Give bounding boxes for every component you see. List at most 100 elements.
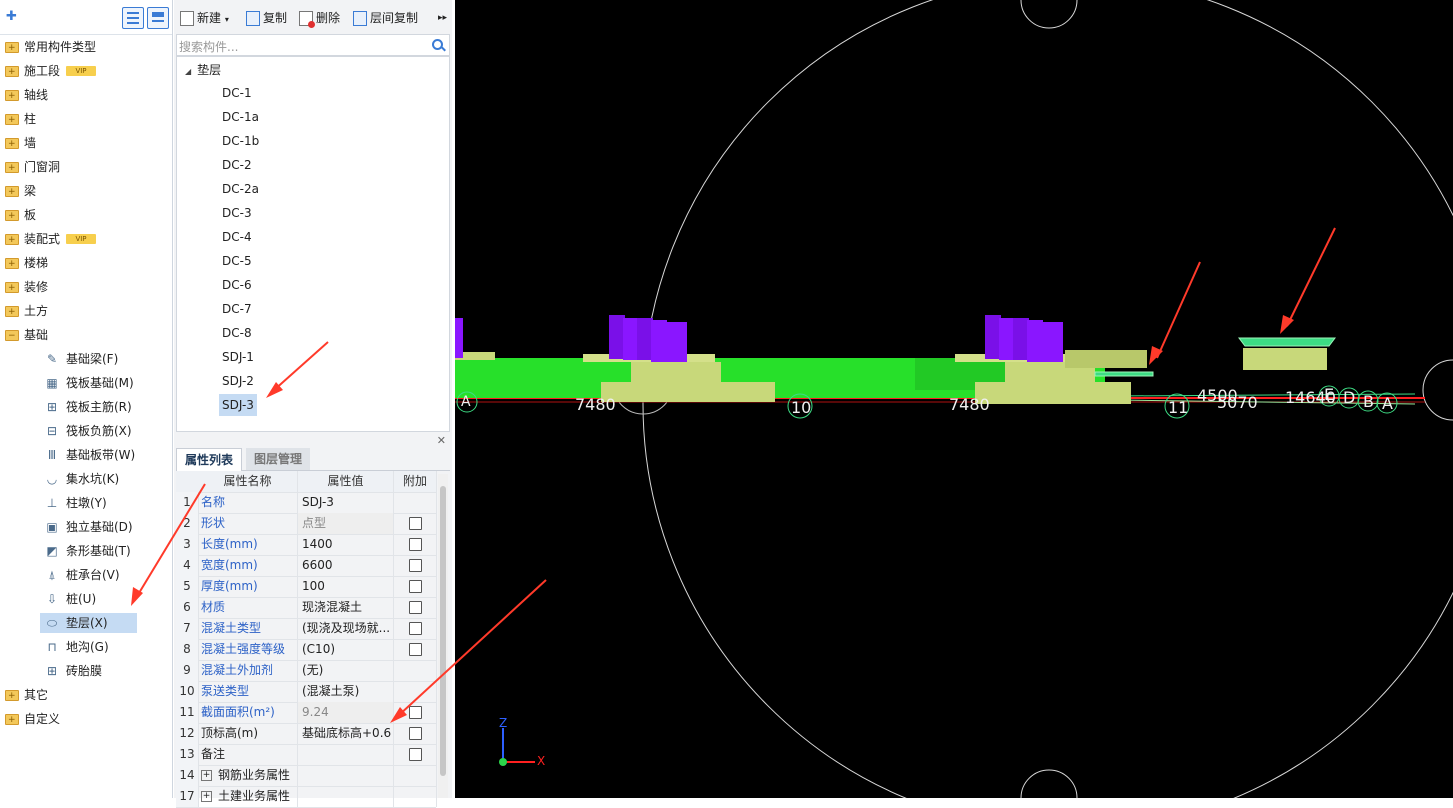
column-group-left[interactable] bbox=[609, 315, 687, 362]
add-checkbox[interactable] bbox=[408, 538, 422, 551]
folder-icon[interactable] bbox=[5, 181, 19, 203]
cushion-block-4[interactable] bbox=[975, 382, 1131, 404]
property-row[interactable]: 8 混凝土强度等级 (C10) bbox=[176, 639, 437, 661]
folder-icon[interactable] bbox=[5, 157, 19, 179]
property-value[interactable] bbox=[298, 744, 394, 765]
tree-category-8[interactable]: 装配式 VIP bbox=[0, 228, 170, 251]
add-checkbox[interactable] bbox=[408, 748, 422, 761]
foundation-item-11[interactable]: ⬭ 垫层(X) bbox=[0, 612, 170, 634]
component-list-item[interactable]: DC-8 bbox=[219, 322, 255, 344]
property-value[interactable]: 1400 bbox=[298, 534, 394, 555]
tree-category-4[interactable]: 墙 bbox=[0, 132, 170, 155]
cushion-block-1[interactable] bbox=[631, 362, 721, 384]
foundation-item-3[interactable]: ⊟ 筏板负筋(X) bbox=[0, 420, 170, 442]
folder-icon[interactable] bbox=[5, 685, 19, 707]
add-checkbox[interactable] bbox=[408, 622, 422, 635]
list-root-node[interactable]: ◢ 垫层 bbox=[185, 61, 221, 78]
property-row[interactable]: 3 长度(mm) 1400 bbox=[176, 534, 437, 556]
property-row[interactable]: 2 形状 点型 bbox=[176, 513, 437, 535]
foundation-item-1[interactable]: ▦ 筏板基础(M) bbox=[0, 372, 170, 394]
tab-property-list[interactable]: 属性列表 bbox=[176, 448, 243, 471]
property-row[interactable]: 17 + 土建业务属性 bbox=[176, 786, 437, 808]
folder-icon[interactable] bbox=[5, 277, 19, 299]
tree-category-3[interactable]: 柱 bbox=[0, 108, 170, 131]
property-value[interactable]: SDJ-3 bbox=[298, 492, 394, 513]
component-list-item[interactable]: DC-2 bbox=[219, 154, 255, 176]
expand-icon[interactable]: + bbox=[201, 770, 212, 781]
add-component-type-icon[interactable]: ✚ bbox=[6, 9, 17, 24]
component-list-item[interactable]: DC-1a bbox=[219, 106, 262, 128]
foundation-item-6[interactable]: ⊥ 柱墩(Y) bbox=[0, 492, 170, 514]
scrollbar-thumb[interactable] bbox=[440, 486, 446, 776]
property-value[interactable]: (C10) bbox=[298, 639, 394, 660]
property-value[interactable]: (无) bbox=[298, 660, 394, 681]
search-input[interactable]: 搜索构件... bbox=[176, 34, 450, 56]
foundation-item-5[interactable]: ◡ 集水坑(K) bbox=[0, 468, 170, 490]
foundation-item-8[interactable]: ◩ 条形基础(T) bbox=[0, 540, 170, 562]
property-row[interactable]: 12 顶标高(m) 基础底标高+0.6 bbox=[176, 723, 437, 745]
add-checkbox[interactable] bbox=[408, 727, 422, 740]
property-row[interactable]: 1 名称 SDJ-3 bbox=[176, 492, 437, 514]
column-group-right[interactable] bbox=[985, 315, 1063, 362]
grid-view-icon[interactable] bbox=[147, 7, 169, 29]
folder-icon[interactable] bbox=[5, 85, 19, 107]
folder-icon[interactable] bbox=[5, 325, 19, 347]
folder-icon[interactable] bbox=[5, 229, 19, 251]
folder-icon[interactable] bbox=[5, 709, 19, 731]
property-scrollbar[interactable] bbox=[438, 474, 448, 798]
tree-category-11[interactable]: 土方 bbox=[0, 300, 170, 323]
foundation-item-9[interactable]: ⍋ 桩承台(V) bbox=[0, 564, 170, 586]
cushion-block-5[interactable] bbox=[1065, 350, 1147, 368]
selected-pad-near[interactable] bbox=[1094, 371, 1154, 377]
cushion-block-far[interactable] bbox=[1243, 348, 1327, 370]
folder-icon[interactable] bbox=[5, 109, 19, 131]
add-checkbox[interactable] bbox=[408, 559, 422, 572]
delete-button[interactable]: 删除 bbox=[299, 8, 340, 28]
component-list-item[interactable]: DC-1b bbox=[219, 130, 262, 152]
cushion-block-2[interactable] bbox=[601, 382, 775, 402]
property-row[interactable]: 9 混凝土外加剂 (无) bbox=[176, 660, 437, 682]
orbit-handle-top[interactable] bbox=[1020, 0, 1078, 29]
tree-category-2[interactable]: 轴线 bbox=[0, 84, 170, 107]
search-icon[interactable] bbox=[432, 39, 443, 50]
property-row[interactable]: 4 宽度(mm) 6600 bbox=[176, 555, 437, 577]
component-list-item[interactable]: DC-2a bbox=[219, 178, 262, 200]
component-list-item[interactable]: SDJ-2 bbox=[219, 370, 257, 392]
component-list-item[interactable]: DC-5 bbox=[219, 250, 255, 272]
new-button[interactable]: 新建 ▾ bbox=[180, 8, 229, 28]
component-list-item[interactable]: DC-1 bbox=[219, 82, 255, 104]
add-checkbox[interactable] bbox=[408, 601, 422, 614]
copy-button[interactable]: 复制 bbox=[246, 8, 287, 28]
foundation-item-10[interactable]: ⇩ 桩(U) bbox=[0, 588, 170, 610]
property-value[interactable]: 基础底标高+0.6 bbox=[298, 723, 394, 744]
component-list-item[interactable]: SDJ-1 bbox=[219, 346, 257, 368]
component-list-item[interactable]: DC-7 bbox=[219, 298, 255, 320]
orbit-handle-right[interactable] bbox=[1422, 359, 1453, 421]
tree-category-tail-1[interactable]: 自定义 bbox=[0, 708, 170, 731]
property-row[interactable]: 11 截面面积(m²) 9.24 bbox=[176, 702, 437, 724]
property-value[interactable]: (混凝土泵) bbox=[298, 681, 394, 702]
property-value[interactable]: (现浇及现场就... bbox=[298, 618, 394, 639]
column-edge[interactable] bbox=[455, 318, 463, 358]
folder-icon[interactable] bbox=[5, 37, 19, 59]
component-list-item[interactable]: DC-6 bbox=[219, 274, 255, 296]
folder-icon[interactable] bbox=[5, 133, 19, 155]
property-value[interactable]: 现浇混凝土 bbox=[298, 597, 394, 618]
floor-copy-button[interactable]: 层间复制 bbox=[353, 8, 418, 28]
component-list-item[interactable]: DC-4 bbox=[219, 226, 255, 248]
property-value[interactable] bbox=[298, 786, 394, 807]
add-checkbox[interactable] bbox=[408, 706, 422, 719]
tree-category-9[interactable]: 楼梯 bbox=[0, 252, 170, 275]
tree-category-5[interactable]: 门窗洞 bbox=[0, 156, 170, 179]
add-checkbox[interactable] bbox=[408, 580, 422, 593]
folder-icon[interactable] bbox=[5, 301, 19, 323]
dropdown-arrow-icon[interactable]: ▾ bbox=[225, 15, 229, 24]
foundation-item-2[interactable]: ⊞ 筏板主筋(R) bbox=[0, 396, 170, 418]
property-value[interactable] bbox=[298, 765, 394, 786]
orbit-handle-bottom[interactable] bbox=[1020, 769, 1078, 798]
more-icon[interactable]: ▸▸ bbox=[438, 8, 447, 28]
property-row[interactable]: 5 厚度(mm) 100 bbox=[176, 576, 437, 598]
property-row[interactable]: 10 泵送类型 (混凝土泵) bbox=[176, 681, 437, 703]
property-row[interactable]: 7 混凝土类型 (现浇及现场就... bbox=[176, 618, 437, 640]
tree-category-tail-0[interactable]: 其它 bbox=[0, 684, 170, 707]
